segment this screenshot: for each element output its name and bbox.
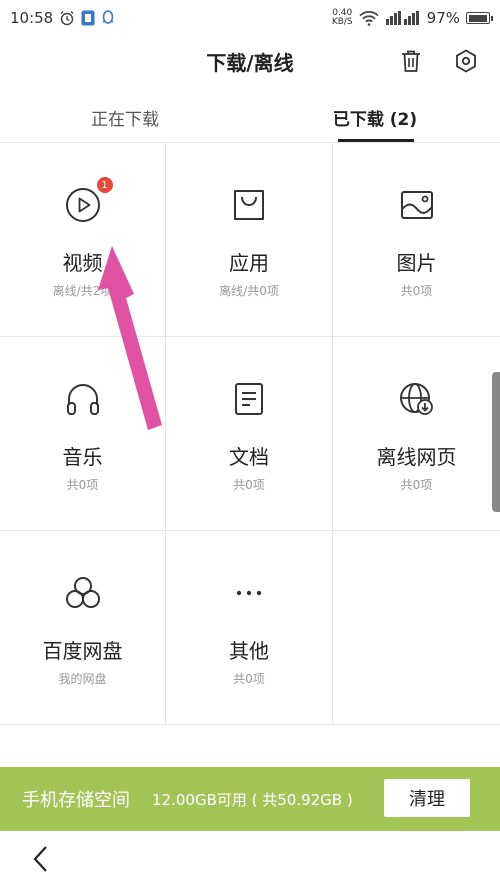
clean-button[interactable]: 清理 [384, 779, 470, 817]
tab-downloaded[interactable]: 已下载 (2) [250, 92, 500, 142]
scroll-handle[interactable] [492, 372, 500, 512]
storage-label: 手机存储空间 [22, 790, 130, 811]
category-documents[interactable]: 文档 共0项 [166, 337, 333, 531]
category-count: 离线/共2项 [52, 284, 113, 298]
alarm-icon [59, 10, 75, 26]
image-icon [397, 185, 437, 225]
category-count: 共0项 [233, 672, 265, 686]
net-speed: 0.40 KB/S [331, 8, 353, 27]
gear-icon [456, 49, 476, 73]
battery-icon [466, 12, 493, 24]
document-icon [229, 379, 269, 419]
category-count: 离线/共0项 [219, 284, 279, 298]
storage-bar: 手机存储空间 12.00GB可用 ( 共50.92GB ) 清理 [0, 767, 500, 831]
category-label: 音乐 [62, 445, 103, 469]
category-music[interactable]: 音乐 共0项 [0, 337, 166, 531]
battery-percent: 97% [426, 9, 460, 27]
category-images[interactable]: 图片 共0项 [333, 143, 500, 337]
category-video[interactable]: 1 视频 离线/共2项 [0, 143, 166, 337]
category-label: 百度网盘 [42, 639, 123, 663]
category-other[interactable]: 其他 共0项 [166, 531, 333, 725]
storage-info: 12.00GB可用 ( 共50.92GB ) [152, 790, 353, 809]
category-label: 视频 [62, 251, 103, 275]
bag-icon [229, 185, 269, 225]
category-label: 离线网页 [376, 445, 457, 469]
header: 下载/离线 [0, 38, 500, 84]
category-label: 其他 [229, 639, 269, 663]
category-count: 我的网盘 [58, 672, 107, 686]
delete-button[interactable] [396, 46, 426, 76]
back-button[interactable] [26, 842, 54, 876]
category-count: 共0项 [400, 478, 433, 492]
headphones-icon [63, 379, 103, 419]
qq-icon [101, 10, 115, 26]
category-label: 应用 [229, 251, 269, 275]
category-label: 图片 [396, 251, 437, 275]
tab-downloading[interactable]: 正在下载 [0, 92, 250, 142]
category-offline-pages[interactable]: 离线网页 共0项 [333, 337, 500, 531]
signal-icon [385, 10, 421, 26]
globe-download-icon [397, 379, 437, 419]
more-dots-icon [229, 573, 269, 613]
tab-bar: 正在下载 已下载 (2) [0, 92, 500, 142]
app-notification-icon [81, 10, 95, 26]
settings-button[interactable] [451, 46, 481, 76]
category-apps[interactable]: 应用 离线/共0项 [166, 143, 333, 337]
category-count: 共0项 [233, 478, 265, 492]
status-bar: 10:58 0.40 KB/S 97% [0, 0, 500, 36]
category-count: 共0项 [66, 478, 99, 492]
status-time: 10:58 [10, 9, 54, 27]
category-count: 共0项 [400, 284, 433, 298]
new-badge: 1 [96, 177, 113, 193]
page-title: 下载/离线 [206, 50, 294, 75]
wifi-icon [359, 10, 379, 26]
trash-icon [402, 50, 420, 72]
play-circle-icon: 1 [63, 177, 113, 225]
category-grid: 1 视频 离线/共2项 应用 离线/共0项 图片 共0项 音乐 共0项 文档 共… [0, 143, 500, 725]
chevron-left-icon [33, 846, 47, 872]
empty-cell [333, 531, 500, 725]
cloud-icon [63, 573, 103, 613]
category-baidu-netdisk[interactable]: 百度网盘 我的网盘 [0, 531, 166, 725]
category-label: 文档 [229, 445, 269, 469]
